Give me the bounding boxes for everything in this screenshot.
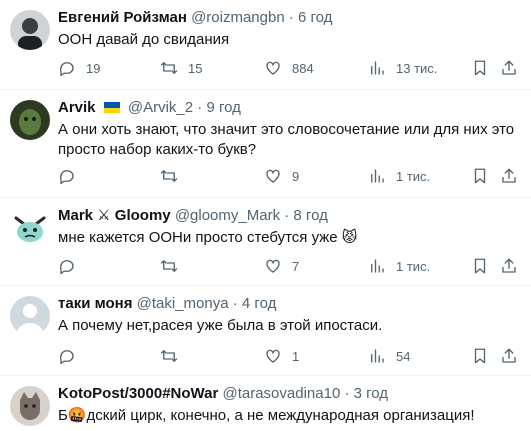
like-count: 1	[292, 348, 300, 364]
like-icon	[266, 349, 280, 363]
tweet[interactable]: Arvik @Arvik_2 · 9 год А они хоть знают,…	[0, 90, 531, 198]
retweet-icon	[160, 170, 178, 182]
share-icon	[502, 258, 516, 273]
separator-dot: ·	[197, 99, 203, 116]
author-handle[interactable]: @Arvik_2	[128, 99, 193, 116]
separator-dot: ·	[288, 9, 294, 26]
avatar[interactable]	[10, 296, 50, 336]
author-handle[interactable]: @tarasovadina10	[222, 385, 340, 402]
separator-dot: ·	[284, 207, 290, 224]
tweet[interactable]: KotoPost/3000#NoWar @tarasovadina10 · 3 …	[0, 376, 531, 431]
retweet-icon	[160, 350, 178, 362]
like-button[interactable]: 7	[264, 256, 299, 276]
retweet-button[interactable]	[160, 256, 188, 276]
timestamp[interactable]: 4 год	[242, 295, 276, 312]
author-name[interactable]: Arvik	[58, 99, 96, 116]
views-icon	[371, 259, 384, 273]
timestamp[interactable]: 3 год	[354, 385, 388, 402]
tweet[interactable]: Mark ⚔ Gloomy @gloomy_Mark · 8 год мне к…	[0, 198, 531, 286]
like-button[interactable]: 884	[264, 58, 314, 78]
separator-dot: ·	[232, 295, 238, 312]
reply-button[interactable]	[58, 256, 86, 276]
share-icon	[502, 168, 516, 183]
views-count: 13 тис.	[396, 60, 438, 76]
views-button[interactable]: 54	[368, 346, 410, 366]
bookmark-button[interactable]	[471, 346, 489, 366]
tweet-text: мне кажется ООНи просто стебутся уже 😾	[58, 229, 358, 246]
share-button[interactable]	[500, 346, 518, 366]
author-name[interactable]: таки моня	[58, 295, 132, 312]
retweet-icon	[160, 62, 178, 74]
bookmark-button[interactable]	[471, 166, 489, 186]
timestamp[interactable]: 9 год	[206, 99, 240, 116]
like-button[interactable]: 1	[264, 346, 299, 366]
tweet-text: А они хоть знают, что значит это словосо…	[58, 121, 515, 158]
like-icon	[266, 169, 280, 183]
views-icon	[371, 169, 384, 183]
share-icon	[502, 348, 516, 363]
share-button[interactable]	[500, 256, 518, 276]
views-count: 1 тис.	[396, 258, 431, 274]
author-handle[interactable]: @gloomy_Mark	[175, 207, 280, 224]
retweet-count: 15	[188, 60, 203, 76]
bookmark-icon	[474, 168, 486, 184]
reply-icon	[59, 170, 74, 185]
author-handle[interactable]: @roizmangbn	[191, 9, 285, 26]
reply-icon	[59, 62, 74, 77]
tweet[interactable]: Евгений Ройзман @roizmangbn · 6 год ООН …	[0, 0, 531, 90]
views-count: 1 тис.	[396, 168, 431, 184]
like-icon	[266, 61, 280, 75]
avatar[interactable]	[10, 386, 50, 426]
bookmark-icon	[474, 258, 486, 274]
views-count: 54	[396, 348, 411, 364]
retweet-icon	[160, 260, 178, 272]
tweet-text: Б🤬дский цирк, конечно, а не международна…	[58, 407, 475, 424]
like-button[interactable]: 9	[264, 166, 299, 186]
avatar[interactable]	[10, 208, 50, 248]
reply-button[interactable]: 19	[58, 58, 100, 78]
reply-button[interactable]	[58, 166, 86, 186]
retweet-button[interactable]: 15	[160, 58, 202, 78]
views-button[interactable]: 1 тис.	[368, 166, 430, 186]
author-handle[interactable]: @taki_monya	[137, 295, 229, 312]
bookmark-button[interactable]	[471, 58, 489, 78]
timestamp[interactable]: 6 год	[298, 9, 332, 26]
views-button[interactable]: 13 тис.	[368, 58, 437, 78]
reply-count: 19	[86, 60, 101, 76]
retweet-button[interactable]	[160, 346, 188, 366]
separator-dot: ·	[344, 385, 350, 402]
tweet-text: А почему нет,расея уже была в этой ипост…	[58, 317, 383, 334]
reply-icon	[59, 350, 74, 365]
like-icon	[266, 259, 280, 273]
tweet-text: ООН давай до свидания	[58, 31, 230, 48]
tweet[interactable]: таки моня @taki_monya · 4 год А почему н…	[0, 286, 531, 376]
avatar[interactable]	[10, 10, 50, 50]
like-count: 884	[292, 60, 314, 76]
timestamp[interactable]: 8 год	[293, 207, 327, 224]
share-button[interactable]	[500, 58, 518, 78]
bookmark-icon	[474, 348, 486, 364]
retweet-button[interactable]	[160, 166, 188, 186]
like-count: 9	[292, 168, 300, 184]
author-name[interactable]: Евгений Ройзман	[58, 9, 187, 26]
views-icon	[371, 349, 384, 363]
reply-button[interactable]	[58, 346, 86, 366]
bookmark-button[interactable]	[471, 256, 489, 276]
like-count: 7	[292, 258, 300, 274]
bookmark-icon	[474, 60, 486, 76]
views-button[interactable]: 1 тис.	[368, 256, 430, 276]
avatar[interactable]	[10, 100, 50, 140]
share-icon	[502, 60, 516, 75]
views-icon	[371, 61, 384, 75]
author-name[interactable]: Mark ⚔ Gloomy	[58, 207, 171, 224]
author-name[interactable]: KotoPost/3000#NoWar	[58, 385, 218, 402]
share-button[interactable]	[500, 166, 518, 186]
reply-icon	[59, 260, 74, 275]
ukraine-flag-icon	[103, 102, 120, 113]
